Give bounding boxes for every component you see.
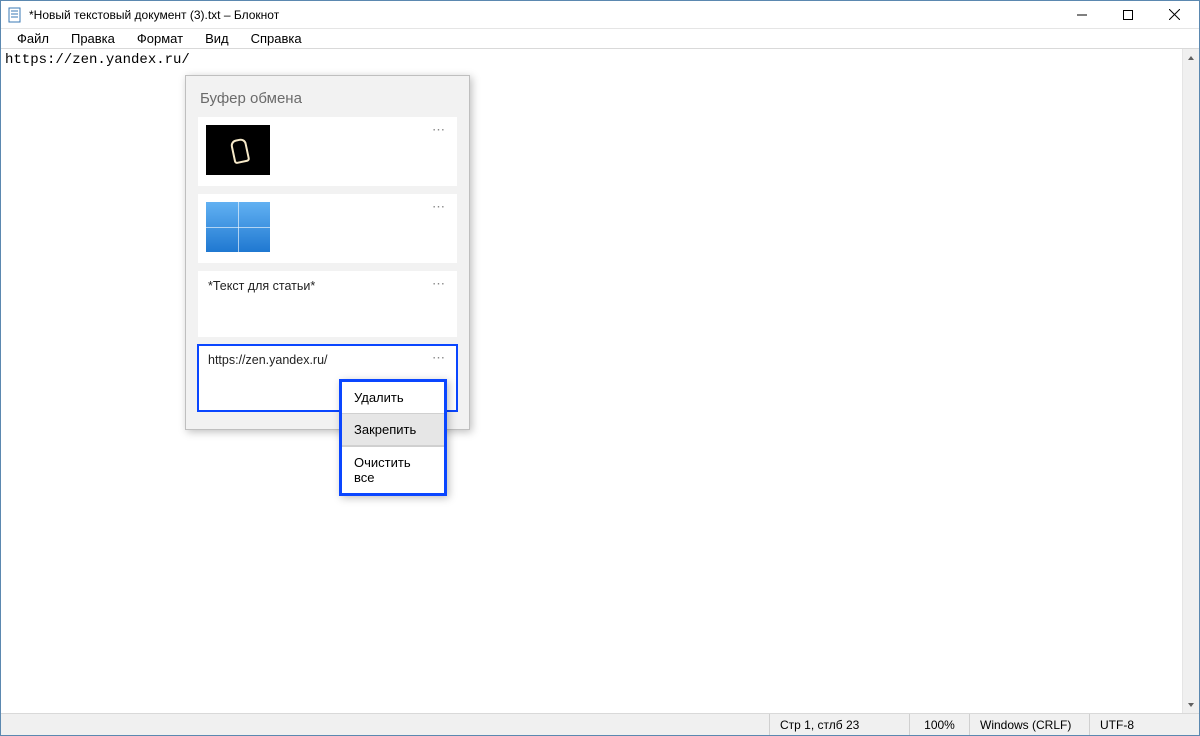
window-title: *Новый текстовый документ (3).txt – Блок… bbox=[29, 8, 279, 22]
editor-area bbox=[1, 49, 1199, 713]
close-button[interactable] bbox=[1151, 1, 1197, 29]
vertical-scrollbar[interactable] bbox=[1182, 49, 1199, 713]
menu-view[interactable]: Вид bbox=[197, 30, 237, 47]
clipboard-title: Буфер обмена bbox=[194, 84, 461, 117]
clipboard-item-text: *Текст для статьи* bbox=[208, 279, 315, 293]
context-clear-all[interactable]: Очистить все bbox=[342, 447, 444, 493]
scroll-down-icon[interactable] bbox=[1183, 696, 1199, 713]
titlebar: *Новый текстовый документ (3).txt – Блок… bbox=[1, 1, 1199, 29]
menu-format[interactable]: Формат bbox=[129, 30, 191, 47]
status-encoding: UTF-8 bbox=[1089, 714, 1199, 735]
status-zoom: 100% bbox=[909, 714, 969, 735]
minimize-button[interactable] bbox=[1059, 1, 1105, 29]
clipboard-item[interactable]: ⋯ bbox=[198, 194, 457, 263]
status-line-ending: Windows (CRLF) bbox=[969, 714, 1089, 735]
more-icon[interactable]: ⋯ bbox=[432, 279, 447, 289]
scroll-up-icon[interactable] bbox=[1183, 49, 1199, 66]
menubar: Файл Правка Формат Вид Справка bbox=[1, 29, 1199, 49]
more-icon[interactable]: ⋯ bbox=[432, 202, 447, 212]
clipboard-thumbnail bbox=[206, 125, 270, 175]
clipboard-thumbnail bbox=[206, 202, 270, 252]
notepad-window: *Новый текстовый документ (3).txt – Блок… bbox=[0, 0, 1200, 736]
context-pin[interactable]: Закрепить bbox=[342, 414, 444, 446]
menu-edit[interactable]: Правка bbox=[63, 30, 123, 47]
clipboard-item-context-menu: Удалить Закрепить Очистить все bbox=[339, 379, 447, 496]
clipboard-item-text: https://zen.yandex.ru/ bbox=[208, 353, 328, 367]
more-icon[interactable]: ⋯ bbox=[432, 125, 447, 135]
notepad-icon bbox=[7, 7, 23, 23]
clipboard-item[interactable]: *Текст для статьи* ⋯ bbox=[198, 271, 457, 337]
more-icon[interactable]: ⋯ bbox=[432, 353, 447, 363]
clipboard-history-popup: Буфер обмена ⋯ ⋯ *Текст для статьи* ⋯ ht… bbox=[185, 75, 470, 430]
clipboard-item[interactable]: ⋯ bbox=[198, 117, 457, 186]
statusbar: Стр 1, стлб 23 100% Windows (CRLF) UTF-8 bbox=[1, 713, 1199, 735]
menu-help[interactable]: Справка bbox=[243, 30, 310, 47]
context-delete[interactable]: Удалить bbox=[342, 382, 444, 414]
maximize-button[interactable] bbox=[1105, 1, 1151, 29]
text-editor[interactable] bbox=[1, 49, 1182, 713]
status-empty bbox=[1, 714, 769, 735]
status-cursor-position: Стр 1, стлб 23 bbox=[769, 714, 909, 735]
menu-file[interactable]: Файл bbox=[9, 30, 57, 47]
